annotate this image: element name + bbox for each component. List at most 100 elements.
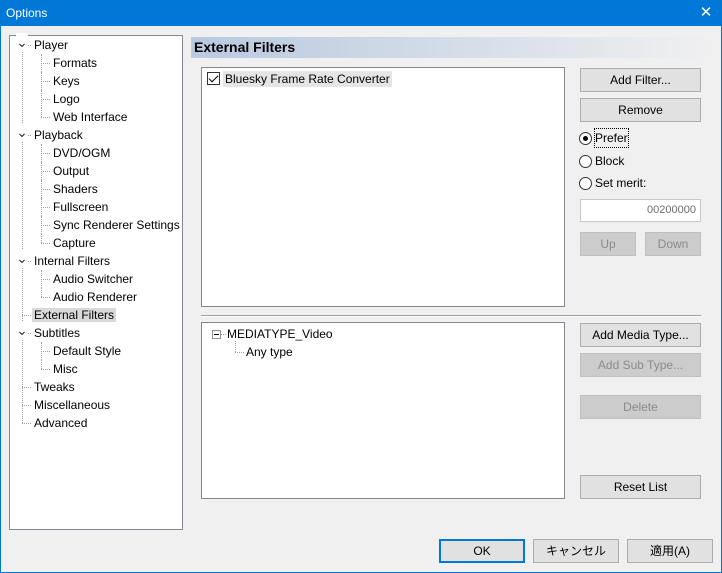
tree-item-default-style[interactable]: Default Style <box>51 342 123 360</box>
tree-item-label: External Filters <box>32 308 117 322</box>
add-filter-button[interactable]: Add Filter... <box>580 68 701 92</box>
tree-item-label: Subtitles <box>34 326 81 340</box>
window-title: Options <box>6 6 48 20</box>
tree-item-internal-filters[interactable]: Internal Filters <box>32 252 112 270</box>
tree-connector <box>221 334 226 335</box>
radio-icon <box>579 177 592 190</box>
chevron-down-icon[interactable]: ⌄ <box>16 123 28 141</box>
tree-item-label: Miscellaneous <box>34 398 111 412</box>
close-icon[interactable]: ✕ <box>690 0 722 26</box>
prefer-label: Prefer <box>594 128 629 148</box>
tree-item-formats[interactable]: Formats <box>51 54 99 72</box>
tree-item-fullscreen[interactable]: Fullscreen <box>51 198 110 216</box>
tree-connector <box>22 315 31 316</box>
tree-connector <box>22 45 23 423</box>
tree-item-label: Player <box>34 38 69 52</box>
tree-connector <box>41 234 42 243</box>
tree-item-label: Advanced <box>34 416 88 430</box>
tree-connector <box>41 198 42 216</box>
tree-item-label: Sync Renderer Settings <box>53 218 180 232</box>
tree-item-sync-renderer-settings[interactable]: Sync Renderer Settings <box>51 216 182 234</box>
down-button[interactable]: Down <box>645 232 701 256</box>
tree-connector <box>22 405 31 406</box>
tree-item-label: Playback <box>34 128 83 142</box>
tree-connector <box>41 54 42 72</box>
separator <box>201 315 701 317</box>
tree-connector <box>41 369 50 370</box>
radio-icon <box>579 155 592 168</box>
tree-item-label: Logo <box>53 92 80 106</box>
tree-item-external-filters[interactable]: External Filters <box>32 306 117 324</box>
tree-item-advanced[interactable]: Advanced <box>32 414 89 432</box>
apply-button[interactable]: 適用(A) <box>627 539 713 563</box>
tree-item-keys[interactable]: Keys <box>51 72 82 90</box>
tree-item-label: Default Style <box>53 344 122 358</box>
tree-connector <box>41 270 42 288</box>
media-type-item[interactable]: MEDIATYPE_Video <box>227 326 333 342</box>
chevron-down-icon[interactable]: ⌄ <box>16 321 28 339</box>
tree-connector <box>41 189 50 190</box>
reset-list-button[interactable]: Reset List <box>580 475 701 499</box>
sub-type-item[interactable]: Any type <box>246 344 293 360</box>
tree-item-label: Output <box>53 164 90 178</box>
tree-connector <box>41 90 42 108</box>
tree-connector <box>41 207 50 208</box>
set-merit-label: Set merit: <box>595 176 647 190</box>
ok-button[interactable]: OK <box>439 539 525 563</box>
tree-connector <box>41 216 42 234</box>
block-label: Block <box>595 154 625 168</box>
merit-input[interactable]: 00200000 <box>580 199 701 222</box>
tree-item-subtitles[interactable]: Subtitles <box>32 324 82 342</box>
tree-item-label: Internal Filters <box>34 254 111 268</box>
tree-item-web-interface[interactable]: Web Interface <box>51 108 129 126</box>
tree-connector <box>41 108 42 117</box>
options-tree[interactable]: ⌄ Player Formats Keys Logo Web Interface ⌄ Play… <box>9 33 183 530</box>
chevron-down-icon[interactable]: ⌄ <box>16 249 28 267</box>
tree-item-misc[interactable]: Misc <box>51 360 80 378</box>
filter-checkbox[interactable] <box>207 72 220 85</box>
title-bar: Options ✕ <box>0 0 722 26</box>
tree-item-player[interactable]: Player <box>32 36 70 54</box>
tree-connector <box>41 360 42 369</box>
tree-connector <box>41 162 42 180</box>
tree-item-label: Misc <box>53 362 78 376</box>
tree-connector <box>41 99 50 100</box>
tree-item-label: Capture <box>53 236 96 250</box>
filter-list[interactable] <box>201 67 565 307</box>
add-media-type-button[interactable]: Add Media Type... <box>580 323 701 347</box>
tree-connector <box>41 279 50 280</box>
delete-button[interactable]: Delete <box>580 395 701 419</box>
tree-item-miscellaneous[interactable]: Miscellaneous <box>32 396 112 414</box>
tree-connector <box>235 352 244 353</box>
tree-item-audio-renderer[interactable]: Audio Renderer <box>51 288 139 306</box>
tree-connector <box>235 341 236 352</box>
tree-item-shaders[interactable]: Shaders <box>51 180 100 198</box>
tree-connector <box>41 153 50 154</box>
tree-item-audio-switcher[interactable]: Audio Switcher <box>51 270 135 288</box>
tree-connector <box>41 225 50 226</box>
tree-item-logo[interactable]: Logo <box>51 90 82 108</box>
tree-connector <box>41 297 50 298</box>
chevron-down-icon[interactable]: ⌄ <box>16 33 28 51</box>
tree-item-output[interactable]: Output <box>51 162 91 180</box>
add-sub-type-button[interactable]: Add Sub Type... <box>580 353 701 377</box>
tree-item-label: Web Interface <box>53 110 128 124</box>
up-button[interactable]: Up <box>580 232 636 256</box>
tree-item-playback[interactable]: Playback <box>32 126 85 144</box>
tree-item-label: Fullscreen <box>53 200 109 214</box>
tree-connector <box>41 171 50 172</box>
tree-item-tweaks[interactable]: Tweaks <box>32 378 77 396</box>
tree-item-label: Shaders <box>53 182 98 196</box>
tree-item-label: Keys <box>53 74 80 88</box>
tree-item-label: DVD/OGM <box>53 146 111 160</box>
tree-connector <box>41 342 42 360</box>
cancel-button[interactable]: キャンセル <box>533 539 619 563</box>
tree-item-dvd-ogm[interactable]: DVD/OGM <box>51 144 112 162</box>
remove-button[interactable]: Remove <box>580 98 701 122</box>
collapse-icon[interactable] <box>212 330 221 339</box>
filter-item-label[interactable]: Bluesky Frame Rate Converter <box>223 71 392 87</box>
tree-connector <box>22 387 31 388</box>
tree-item-capture[interactable]: Capture <box>51 234 98 252</box>
tree-item-label: Tweaks <box>34 380 75 394</box>
tree-connector <box>41 288 42 297</box>
